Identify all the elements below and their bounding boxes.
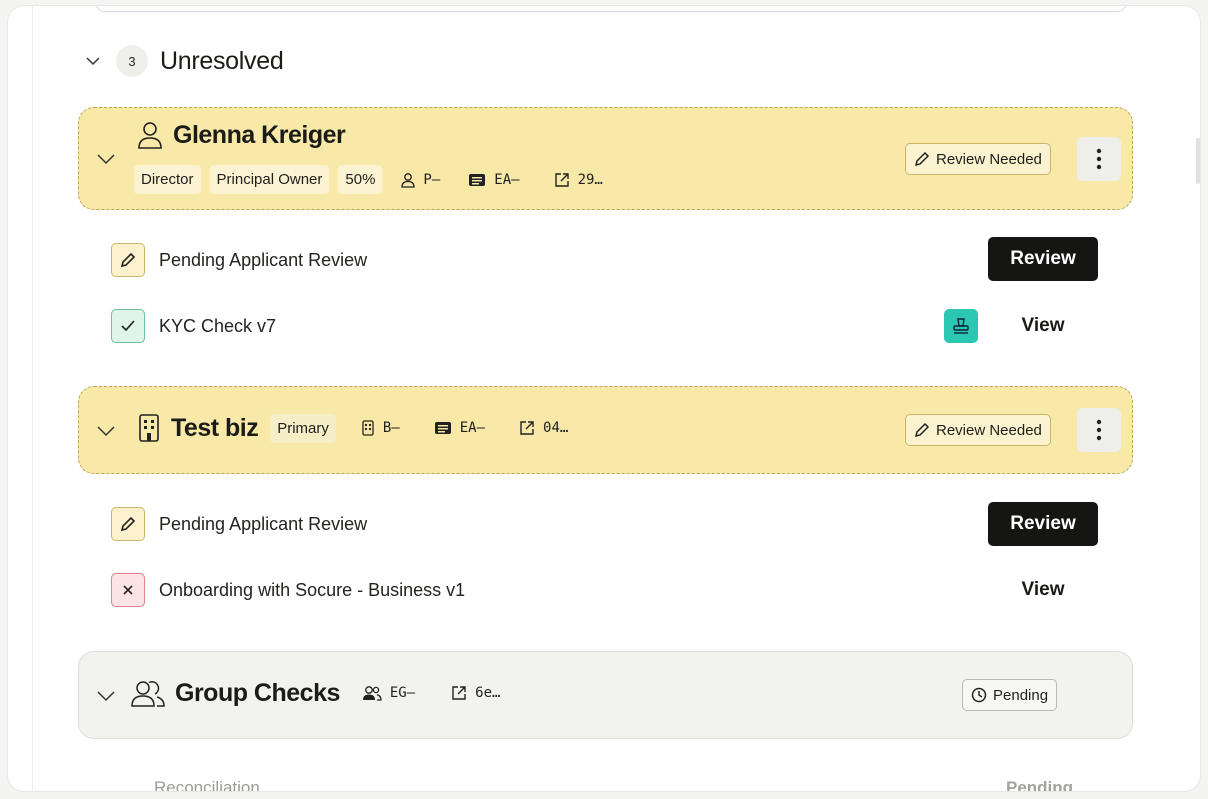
kebab-menu-icon	[1096, 148, 1102, 170]
role-tag: Principal Owner	[209, 165, 330, 194]
view-button[interactable]: View	[1003, 572, 1083, 608]
group-id-text: EG–	[389, 685, 416, 701]
review-button[interactable]: Review	[988, 502, 1098, 546]
group-icon	[131, 681, 165, 707]
check-row: KYC Check v7	[111, 308, 276, 344]
external-link-icon	[452, 686, 466, 700]
clock-icon	[971, 687, 987, 703]
left-divider	[32, 6, 33, 791]
check-label: KYC Check v7	[159, 315, 277, 336]
person-icon	[401, 172, 416, 188]
building-icon	[139, 414, 159, 442]
close-icon	[123, 585, 133, 595]
external-id-text: 6e…	[475, 685, 501, 701]
check-label: Reconciliation	[154, 778, 260, 791]
entity-card-person[interactable]: Glenna Kreiger Director Principal Owner …	[78, 107, 1133, 210]
check-row: Pending Applicant Review	[111, 506, 367, 542]
external-id-text: 04…	[543, 420, 569, 436]
chevron-down-icon[interactable]	[95, 420, 117, 442]
status-badge[interactable]: Review Needed	[905, 414, 1051, 446]
count-badge: 3	[116, 45, 148, 77]
external-id-text: 29…	[577, 171, 603, 188]
status-text: Review Needed	[936, 421, 1042, 439]
pending-status-icon	[111, 507, 145, 541]
group-id[interactable]: EG–	[362, 685, 415, 701]
group-title: Group Checks	[175, 678, 340, 707]
check-label: Pending Applicant Review	[159, 249, 368, 270]
failed-status-icon	[111, 573, 145, 607]
building-icon	[362, 420, 374, 436]
id-card-icon	[434, 422, 451, 434]
entity-application-id[interactable]: EA–	[434, 420, 485, 436]
chevron-down-icon[interactable]	[95, 148, 117, 170]
status-text: Pending	[993, 686, 1049, 704]
entity-name: Glenna Kreiger	[173, 120, 346, 149]
application-id-text: EA–	[459, 420, 486, 436]
business-id-text: B–	[382, 420, 400, 436]
pencil-icon	[914, 151, 930, 167]
check-status-text: Pending	[1006, 778, 1074, 791]
section-header-unresolved[interactable]: 3 Unresolved	[84, 44, 284, 78]
scrollbar-thumb[interactable]	[1196, 138, 1200, 184]
external-link[interactable]: 29…	[554, 172, 603, 188]
more-options-button[interactable]	[1077, 408, 1121, 452]
primary-tag: Primary	[270, 413, 336, 443]
chevron-down-icon[interactable]	[95, 685, 117, 707]
pencil-icon	[120, 516, 136, 532]
stamp-button[interactable]	[944, 309, 978, 343]
view-button[interactable]: View	[1003, 308, 1083, 344]
person-icon	[138, 122, 162, 149]
external-link-icon	[554, 172, 569, 187]
group-checks-card[interactable]: Group Checks EG– 6e… Pending	[78, 651, 1133, 739]
check-label: Onboarding with Socure - Business v1	[159, 579, 466, 600]
business-id[interactable]: B–	[361, 420, 400, 436]
entity-name: Test biz	[171, 413, 259, 442]
section-title: Unresolved	[160, 46, 284, 75]
pencil-icon	[120, 252, 136, 268]
check-row: Onboarding with Socure - Business v1	[111, 572, 465, 608]
id-card-icon	[469, 173, 486, 186]
application-id-text: EA–	[494, 171, 520, 188]
more-options-button[interactable]	[1077, 137, 1121, 181]
users-icon	[362, 686, 382, 701]
pending-status-icon	[111, 243, 145, 277]
passed-status-icon	[111, 309, 145, 343]
checkmark-icon	[121, 320, 135, 332]
person-id-text: P–	[423, 171, 441, 188]
entity-application-id[interactable]: EA–	[468, 171, 520, 188]
main-panel: 3 Unresolved Glenna Kreiger Director Pri…	[8, 6, 1200, 791]
chevron-down-icon[interactable]	[84, 52, 102, 70]
entity-card-business[interactable]: Test biz Primary B– EA– 04… Review Neede…	[78, 386, 1133, 474]
status-badge[interactable]: Pending	[962, 679, 1058, 711]
role-tag: Director	[134, 165, 201, 194]
pencil-icon	[914, 422, 930, 438]
ownership-tag: 50%	[338, 165, 383, 194]
stamp-icon	[953, 318, 969, 334]
external-link-icon	[520, 421, 534, 435]
check-label: Pending Applicant Review	[159, 513, 368, 534]
status-text: Review Needed	[936, 150, 1042, 168]
external-link[interactable]: 04…	[519, 420, 568, 436]
person-id[interactable]: P–	[401, 172, 440, 188]
check-row: Pending Applicant Review	[111, 242, 367, 278]
review-button[interactable]: Review	[988, 237, 1098, 281]
external-link[interactable]: 6e…	[451, 685, 500, 701]
previous-card-edge	[96, 6, 1126, 12]
status-badge[interactable]: Review Needed	[905, 143, 1051, 175]
kebab-menu-icon	[1096, 419, 1102, 441]
